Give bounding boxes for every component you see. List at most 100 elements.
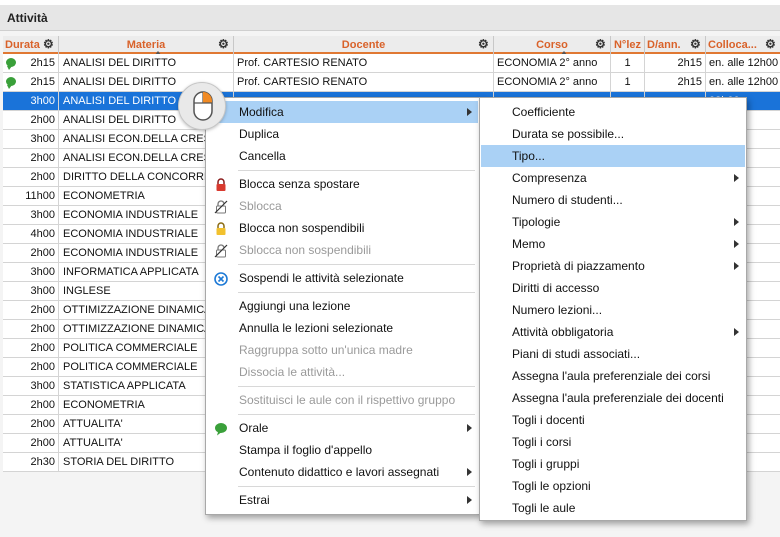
- cell-materia-text: ANALISI ECON.DELLA CRESC: [63, 152, 219, 164]
- menu-item-coefficiente[interactable]: Coefficiente: [481, 101, 745, 123]
- menu-item-compresenza[interactable]: Compresenza: [481, 167, 745, 189]
- menu-item-assegna-l-aula-preferenziale-dei-docenti[interactable]: Assegna l'aula preferenziale dei docenti: [481, 387, 745, 409]
- menu-separator: [238, 170, 475, 171]
- cell-materia-text: INGLESE: [63, 285, 111, 297]
- menu-item-sostituisci-le-aule-con-il-rispettivo-gruppo[interactable]: Sostituisci le aule con il rispettivo gr…: [207, 389, 478, 411]
- menu-item-label: Numero lezioni...: [512, 303, 603, 317]
- menu-item-togli-i-gruppi[interactable]: Togli i gruppi: [481, 453, 745, 475]
- cell-durata: 2h00: [3, 301, 59, 320]
- cell-colloca: en. alle 12h00: [706, 73, 780, 92]
- menu-item-assegna-l-aula-preferenziale-dei-corsi[interactable]: Assegna l'aula preferenziale dei corsi: [481, 365, 745, 387]
- menu-item-label: Tipologie: [512, 215, 561, 229]
- unlock-icon: [214, 199, 228, 214]
- column-header-materia[interactable]: Materia ⚙: [59, 36, 234, 56]
- menu-item-label: Orale: [239, 421, 269, 435]
- menu-item-label: Diritti di accesso: [512, 281, 600, 295]
- menu-item-piani-di-studi-associati[interactable]: Piani di studi associati...: [481, 343, 745, 365]
- menu-item-label: Proprietà di piazzamento: [512, 259, 645, 273]
- gear-icon[interactable]: ⚙: [690, 38, 702, 50]
- menu-item-numero-lezioni[interactable]: Numero lezioni...: [481, 299, 745, 321]
- cell-durata: 3h00: [3, 282, 59, 301]
- cell-durata: 2h00: [3, 149, 59, 168]
- cell-nlez: 1: [611, 73, 645, 92]
- menu-item-blocca-senza-spostare[interactable]: Blocca senza spostare: [207, 173, 478, 195]
- menu-item-label: Assegna l'aula preferenziale dei docenti: [512, 391, 724, 405]
- menu-item-label: Sblocca non sospendibili: [239, 243, 372, 257]
- cell-durata: 2h00: [3, 415, 59, 434]
- menu-separator: [238, 292, 475, 293]
- gear-icon[interactable]: ⚙: [218, 38, 230, 50]
- cell-durata: 2h00: [3, 244, 59, 263]
- menu-item-durata-se-possibile[interactable]: Durata se possibile...: [481, 123, 745, 145]
- menu-item-tipo[interactable]: Tipo...: [481, 145, 745, 167]
- gear-icon[interactable]: ⚙: [478, 38, 490, 50]
- menu-item-dissocia-le-attivit[interactable]: Dissocia le attività...: [207, 361, 478, 383]
- panel-title: Attività: [7, 11, 48, 25]
- submenu-arrow-icon: [734, 262, 739, 270]
- menu-item-togli-le-opzioni[interactable]: Togli le opzioni: [481, 475, 745, 497]
- menu-item-blocca-non-sospendibili[interactable]: Blocca non sospendibili: [207, 217, 478, 239]
- menu-item-label: Sospendi le attività selezionate: [239, 271, 404, 285]
- menu-item-modifica[interactable]: Modifica: [207, 101, 478, 123]
- menu-item-sospendi-le-attivit-selezionate[interactable]: Sospendi le attività selezionate: [207, 267, 478, 289]
- cell-docente: Prof. CARTESIO RENATO: [234, 54, 494, 73]
- menu-item-togli-i-docenti[interactable]: Togli i docenti: [481, 409, 745, 431]
- menu-item-togli-le-aule[interactable]: Togli le aule: [481, 497, 745, 519]
- gear-icon[interactable]: ⚙: [43, 38, 55, 50]
- menu-item-togli-i-corsi[interactable]: Togli i corsi: [481, 431, 745, 453]
- cell-colloca-text: en. alle 12h00: [709, 76, 779, 88]
- menu-item-cancella[interactable]: Cancella: [207, 145, 478, 167]
- menu-item-memo[interactable]: Memo: [481, 233, 745, 255]
- menu-item-sblocca-non-sospendibili[interactable]: Sblocca non sospendibili: [207, 239, 478, 261]
- column-header-dann[interactable]: D/ann. ⚙: [645, 36, 706, 54]
- modifica-submenu: Coefficiente Durata se possibile... Tipo..…: [479, 97, 747, 521]
- cell-durata-text: 3h00: [30, 209, 55, 221]
- menu-item-duplica[interactable]: Duplica: [207, 123, 478, 145]
- menu-item-orale[interactable]: Orale: [207, 417, 478, 439]
- menu-item-tipologie[interactable]: Tipologie: [481, 211, 745, 233]
- memo-bubble-icon[interactable]: [6, 77, 16, 89]
- menu-item-label: Duplica: [239, 127, 280, 141]
- menu-item-contenuto-didattico-e-lavori-assegnati[interactable]: Contenuto didattico e lavori assegnati: [207, 461, 478, 483]
- cell-corso-text: ECONOMIA 2° anno: [497, 76, 598, 88]
- cell-durata-text: 2h00: [30, 304, 55, 316]
- gear-icon[interactable]: ⚙: [765, 38, 777, 50]
- table-row[interactable]: 2h15 ANALISI DEL DIRITTO Prof. CARTESIO RE…: [3, 73, 780, 92]
- menu-item-label: Compresenza: [512, 171, 587, 185]
- cell-materia: ANALISI DEL DIRITTO: [59, 54, 234, 73]
- cell-materia-text: ECONOMIA INDUSTRIALE: [63, 228, 199, 240]
- menu-item-estrai[interactable]: Estrai: [207, 489, 478, 511]
- table-row[interactable]: 2h15 ANALISI DEL DIRITTO Prof. CARTESIO RE…: [3, 54, 780, 73]
- submenu-arrow-icon: [734, 174, 739, 182]
- cell-durata: 3h00: [3, 263, 59, 282]
- cell-corso-text: ECONOMIA 2° anno: [497, 57, 598, 69]
- column-header-colloca[interactable]: Colloca... ⚙: [706, 36, 780, 54]
- menu-item-raggruppa-sotto-un-unica-madre[interactable]: Raggruppa sotto un'unica madre: [207, 339, 478, 361]
- cell-durata: 2h00: [3, 434, 59, 453]
- column-header-docente[interactable]: Docente ⚙: [234, 36, 494, 54]
- menu-item-attivit-obbligatoria[interactable]: Attività obbligatoria: [481, 321, 745, 343]
- menu-item-diritti-di-accesso[interactable]: Diritti di accesso: [481, 277, 745, 299]
- table-header: Durata ⚙ Materia ⚙ Docente ⚙ Corso ⚙ N°l…: [3, 36, 780, 56]
- menu-item-label: Estrai: [239, 493, 270, 507]
- menu-item-stampa-il-foglio-d-appello[interactable]: Stampa il foglio d'appello: [207, 439, 478, 461]
- menu-item-aggiungi-una-lezione[interactable]: Aggiungi una lezione: [207, 295, 478, 317]
- gear-icon[interactable]: ⚙: [595, 38, 607, 50]
- memo-bubble-icon[interactable]: [6, 58, 16, 70]
- cell-materia-text: ANALISI DEL DIRITTO: [63, 114, 177, 126]
- app-window: Attività Durata ⚙ Materia ⚙ Docente ⚙ Co…: [0, 0, 780, 537]
- menu-item-propriet-di-piazzamento[interactable]: Proprietà di piazzamento: [481, 255, 745, 277]
- menu-item-label: Attività obbligatoria: [512, 325, 614, 339]
- cell-materia-text: OTTIMIZZAZIONE DINAMICA: [63, 323, 212, 335]
- menu-item-annulla-le-lezioni-selezionate[interactable]: Annulla le lezioni selezionate: [207, 317, 478, 339]
- menu-item-sblocca[interactable]: Sblocca: [207, 195, 478, 217]
- cell-durata-text: 2h30: [30, 456, 55, 468]
- column-header-corso[interactable]: Corso ⚙: [494, 36, 611, 56]
- column-header-label: Materia: [126, 39, 166, 51]
- column-header-durata[interactable]: Durata ⚙: [3, 36, 59, 54]
- cell-durata: 4h00: [3, 225, 59, 244]
- cell-durata-text: 2h00: [30, 399, 55, 411]
- column-header-nlez[interactable]: N°lez: [611, 36, 645, 54]
- menu-item-numero-di-studenti[interactable]: Numero di studenti...: [481, 189, 745, 211]
- cell-durata-text: 3h00: [30, 285, 55, 297]
